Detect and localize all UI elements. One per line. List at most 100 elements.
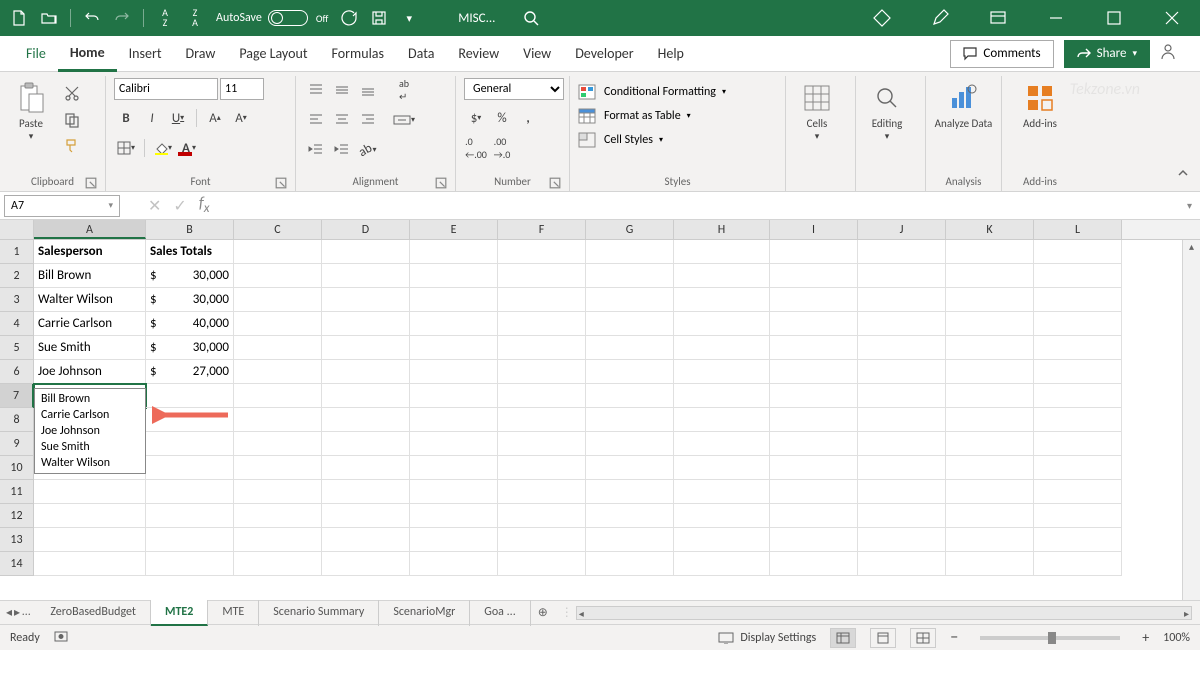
cell[interactable] xyxy=(674,552,770,576)
zoom-in-button[interactable]: + xyxy=(1142,629,1149,646)
cell[interactable] xyxy=(858,408,946,432)
cell[interactable]: Walter Wilson xyxy=(34,288,146,312)
cell[interactable] xyxy=(1034,504,1122,528)
cell[interactable] xyxy=(946,288,1034,312)
cell[interactable] xyxy=(674,360,770,384)
row-header[interactable]: 4 xyxy=(0,312,34,336)
col-header-F[interactable]: F xyxy=(498,220,586,239)
cell[interactable] xyxy=(498,240,586,264)
diamond-icon[interactable] xyxy=(860,0,904,36)
cell[interactable]: $27,000 xyxy=(146,360,234,384)
cell[interactable] xyxy=(858,552,946,576)
col-header-D[interactable]: D xyxy=(322,220,410,239)
cell[interactable]: $30,000 xyxy=(146,336,234,360)
cell[interactable] xyxy=(674,528,770,552)
cell[interactable]: Sue Smith xyxy=(34,336,146,360)
minimize-icon[interactable] xyxy=(1034,0,1078,36)
cell[interactable] xyxy=(234,432,322,456)
cell[interactable] xyxy=(586,264,674,288)
sheet-tab[interactable]: MTE xyxy=(208,600,259,626)
italic-button[interactable]: I xyxy=(140,106,164,130)
cell[interactable] xyxy=(1034,336,1122,360)
autocomplete-item[interactable]: Bill Brown xyxy=(35,391,145,407)
cell[interactable] xyxy=(586,528,674,552)
conditional-formatting-button[interactable]: Conditional Formatting▾ xyxy=(578,84,726,100)
cell[interactable] xyxy=(1034,312,1122,336)
cell[interactable] xyxy=(770,480,858,504)
cell[interactable] xyxy=(586,240,674,264)
cell[interactable] xyxy=(146,504,234,528)
select-all-corner[interactable] xyxy=(0,220,34,239)
wrap-text-button[interactable]: ab↵ xyxy=(392,78,416,102)
cell[interactable] xyxy=(34,528,146,552)
sheet-tab[interactable]: Goa ... xyxy=(470,600,530,626)
cell[interactable] xyxy=(770,240,858,264)
row-header[interactable]: 6 xyxy=(0,360,34,384)
row-header[interactable]: 11 xyxy=(0,480,34,504)
bold-button[interactable]: B xyxy=(114,106,138,130)
cell[interactable] xyxy=(1034,240,1122,264)
row-header[interactable]: 1 xyxy=(0,240,34,264)
align-center-icon[interactable] xyxy=(330,108,354,132)
new-sheet-button[interactable]: ⊕ xyxy=(531,605,555,620)
row-header[interactable]: 3 xyxy=(0,288,34,312)
cell[interactable] xyxy=(322,552,410,576)
cell[interactable] xyxy=(586,504,674,528)
tab-developer[interactable]: Developer xyxy=(563,36,645,72)
cells-button[interactable]: Cells▾ xyxy=(794,78,840,142)
row-header[interactable]: 8 xyxy=(0,408,34,432)
cell[interactable] xyxy=(674,288,770,312)
addins-button[interactable]: Add-ins xyxy=(1010,78,1070,130)
copy-icon[interactable] xyxy=(60,108,84,132)
cell[interactable] xyxy=(946,456,1034,480)
col-header-B[interactable]: B xyxy=(146,220,234,239)
cell[interactable] xyxy=(234,408,322,432)
cell[interactable] xyxy=(946,504,1034,528)
cell[interactable] xyxy=(234,264,322,288)
cell[interactable] xyxy=(234,504,322,528)
cell[interactable] xyxy=(858,288,946,312)
cell[interactable] xyxy=(234,240,322,264)
cell[interactable] xyxy=(674,336,770,360)
cell[interactable] xyxy=(586,480,674,504)
col-header-K[interactable]: K xyxy=(946,220,1034,239)
view-normal-icon[interactable] xyxy=(830,628,856,648)
cell[interactable] xyxy=(498,456,586,480)
cell-styles-button[interactable]: Cell Styles▾ xyxy=(578,132,663,148)
cell[interactable] xyxy=(586,384,674,408)
comma-button[interactable]: , xyxy=(516,106,540,130)
increase-indent-icon[interactable] xyxy=(330,138,354,162)
col-header-H[interactable]: H xyxy=(674,220,770,239)
cell[interactable] xyxy=(674,384,770,408)
col-header-I[interactable]: I xyxy=(770,220,858,239)
cell[interactable]: $30,000 xyxy=(146,288,234,312)
font-dialog-icon[interactable] xyxy=(275,177,287,189)
format-painter-icon[interactable] xyxy=(60,134,84,158)
cell[interactable] xyxy=(674,312,770,336)
enter-formula-icon[interactable]: ✓ xyxy=(173,196,186,216)
cell[interactable]: $40,000 xyxy=(146,312,234,336)
borders-button[interactable]: ▾ xyxy=(114,136,138,160)
cell[interactable] xyxy=(1034,360,1122,384)
cell[interactable] xyxy=(34,552,146,576)
sheet-tab[interactable]: ZeroBasedBudget xyxy=(36,600,151,626)
autocomplete-item[interactable]: Sue Smith xyxy=(35,439,145,455)
cell[interactable] xyxy=(770,264,858,288)
cell[interactable] xyxy=(674,264,770,288)
display-settings-button[interactable]: Display Settings xyxy=(718,631,816,645)
cell[interactable] xyxy=(34,480,146,504)
format-as-table-button[interactable]: Format as Table▾ xyxy=(578,108,691,124)
cell[interactable] xyxy=(586,312,674,336)
expand-formula-icon[interactable]: ▾ xyxy=(1179,199,1200,212)
cell[interactable] xyxy=(410,288,498,312)
qa-sort-desc-icon[interactable]: ZA xyxy=(182,5,208,31)
tab-insert[interactable]: Insert xyxy=(117,36,174,72)
vertical-scrollbar[interactable]: ▴ xyxy=(1182,240,1200,600)
cell[interactable] xyxy=(946,552,1034,576)
align-left-icon[interactable] xyxy=(304,108,328,132)
qa-undo-icon[interactable] xyxy=(79,5,105,31)
cell[interactable] xyxy=(498,336,586,360)
cancel-formula-icon[interactable]: ✕ xyxy=(148,196,161,216)
cell[interactable] xyxy=(858,432,946,456)
cell[interactable] xyxy=(322,456,410,480)
